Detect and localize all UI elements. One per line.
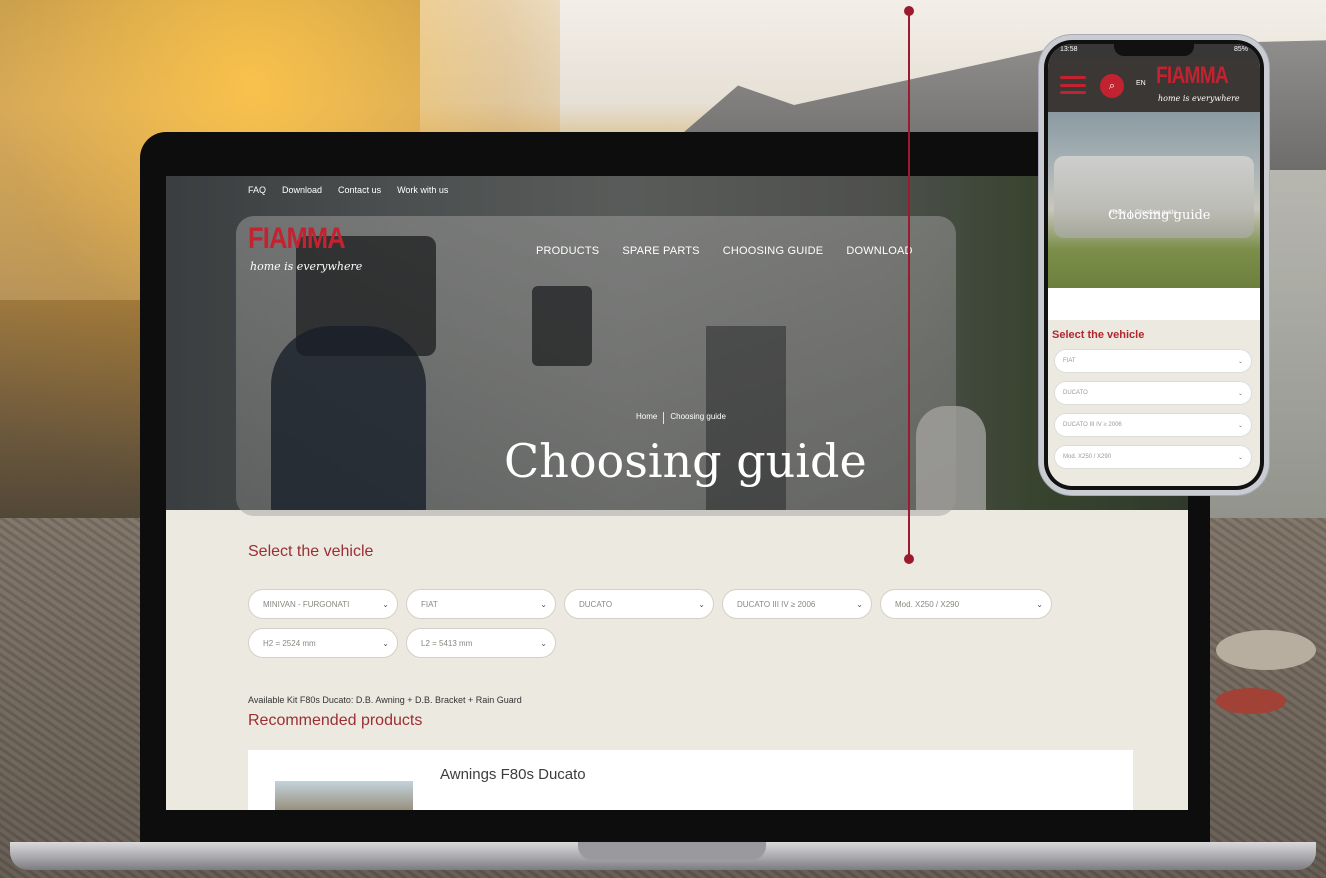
top-link-download[interactable]: Download [282, 185, 322, 195]
product-title[interactable]: Awnings F80s Ducato [440, 766, 586, 783]
hero-banner: FAQ Download Contact us Work with us FIA… [166, 176, 1188, 516]
search-icon[interactable]: ⌕ [1100, 74, 1124, 98]
page-title: Choosing guide [504, 434, 867, 488]
phone-select-heading: Select the vehicle [1052, 329, 1145, 341]
available-kit-text: Available Kit F80s Ducato: D.B. Awning +… [248, 695, 522, 705]
phone-logo-wordmark[interactable]: FIAMMA [1156, 62, 1229, 90]
phone-hero: Home Choosing guide Choosing guide [1048, 112, 1260, 288]
logo-tagline: home is everywhere [250, 260, 363, 273]
chevron-down-icon: ⌄ [1237, 358, 1243, 365]
phone-select-brand[interactable]: FIAT ⌄ [1054, 349, 1252, 373]
callout-line [908, 12, 910, 560]
chevron-down-icon: ⌄ [540, 599, 547, 609]
status-time: 13:58 [1060, 46, 1078, 53]
phone-hero-motorhome-image [1054, 156, 1254, 238]
phone-select-version[interactable]: Mod. X250 / X290 ⌄ [1054, 445, 1252, 469]
logo-wordmark: FIAMMA [248, 222, 346, 255]
chevron-down-icon: ⌄ [698, 599, 705, 609]
background-trees [0, 300, 160, 520]
nav-products[interactable]: PRODUCTS [536, 245, 599, 257]
breadcrumb-separator [663, 412, 665, 424]
select-value: H2 = 2524 mm [263, 638, 316, 648]
select-vehicle-type[interactable]: MINIVAN - FURGONATI ⌄ [248, 589, 398, 619]
nav-download[interactable]: DOWNLOAD [846, 245, 912, 257]
chevron-down-icon: ⌄ [382, 638, 389, 648]
nav-choosing-guide[interactable]: CHOOSING GUIDE [723, 245, 824, 257]
status-battery: 85% [1233, 46, 1248, 53]
chevron-down-icon: ⌄ [1237, 422, 1243, 429]
laptop-notch [578, 842, 766, 860]
chevron-down-icon: ⌄ [540, 638, 547, 648]
select-value: DUCATO III IV ≥ 2006 [737, 599, 816, 609]
select-value: FIAT [1063, 358, 1076, 364]
breadcrumb: Home Choosing guide [636, 412, 726, 424]
language-switch[interactable]: EN [1136, 80, 1146, 87]
main-nav: PRODUCTS SPARE PARTS CHOOSING GUIDE DOWN… [536, 245, 913, 257]
select-value: Mod. X250 / X290 [1063, 454, 1112, 460]
select-vehicle-heading: Select the vehicle [248, 543, 374, 560]
phone-spacer [1048, 288, 1260, 320]
chevron-down-icon: ⌄ [1237, 390, 1243, 397]
phone-notch [1114, 44, 1194, 56]
breadcrumb-current: Choosing guide [670, 412, 726, 421]
top-link-work[interactable]: Work with us [397, 185, 448, 195]
select-length[interactable]: L2 = 5413 mm ⌄ [406, 628, 556, 658]
select-height[interactable]: H2 = 2524 mm ⌄ [248, 628, 398, 658]
chevron-down-icon: ⌄ [1237, 454, 1243, 461]
select-model[interactable]: DUCATO ⌄ [564, 589, 714, 619]
chevron-down-icon: ⌄ [856, 599, 863, 609]
select-brand[interactable]: FIAT ⌄ [406, 589, 556, 619]
phone-header: ⌕ EN FIAMMA home is everywhere [1048, 58, 1260, 112]
select-value: DUCATO [1063, 390, 1088, 396]
chevron-down-icon: ⌄ [1036, 599, 1043, 609]
product-card[interactable]: Awnings F80s Ducato [248, 750, 1133, 810]
laptop-screen: FAQ Download Contact us Work with us FIA… [166, 176, 1188, 810]
phone-screen: 13:58 85% ⌕ EN FIAMMA home is everywhere… [1048, 44, 1260, 486]
select-version[interactable]: Mod. X250 / X290 ⌄ [880, 589, 1052, 619]
select-value: L2 = 5413 mm [421, 638, 473, 648]
background-cushion-red [1216, 688, 1286, 714]
select-value: Mod. X250 / X290 [895, 599, 960, 609]
phone-select-model[interactable]: DUCATO ⌄ [1054, 381, 1252, 405]
product-image[interactable] [275, 781, 413, 810]
select-generation[interactable]: DUCATO III IV ≥ 2006 ⌄ [722, 589, 872, 619]
top-links: FAQ Download Contact us Work with us [248, 185, 448, 195]
vehicle-selects: MINIVAN - FURGONATI ⌄ FIAT ⌄ DUCATO ⌄ DU… [248, 589, 1058, 658]
top-link-contact[interactable]: Contact us [338, 185, 381, 195]
fiamma-logo[interactable]: FIAMMA home is everywhere [248, 222, 378, 282]
select-value: MINIVAN - FURGONATI [263, 599, 350, 609]
hamburger-icon[interactable] [1060, 76, 1086, 94]
select-value: FIAT [421, 599, 438, 609]
breadcrumb-home[interactable]: Home [636, 412, 657, 424]
select-value: DUCATO III IV ≥ 2006 [1063, 422, 1122, 428]
callout-dot-bottom [904, 554, 914, 564]
phone-page-title: Choosing guide [1108, 208, 1211, 223]
select-value: DUCATO [579, 599, 613, 609]
background-cushion [1216, 630, 1316, 670]
nav-spare-parts[interactable]: SPARE PARTS [622, 245, 699, 257]
chevron-down-icon: ⌄ [382, 599, 389, 609]
top-link-faq[interactable]: FAQ [248, 185, 266, 195]
callout-dot-top [904, 6, 914, 16]
phone-select-generation[interactable]: DUCATO III IV ≥ 2006 ⌄ [1054, 413, 1252, 437]
recommended-heading: Recommended products [248, 712, 423, 729]
phone-logo-tagline: home is everywhere [1158, 94, 1240, 103]
